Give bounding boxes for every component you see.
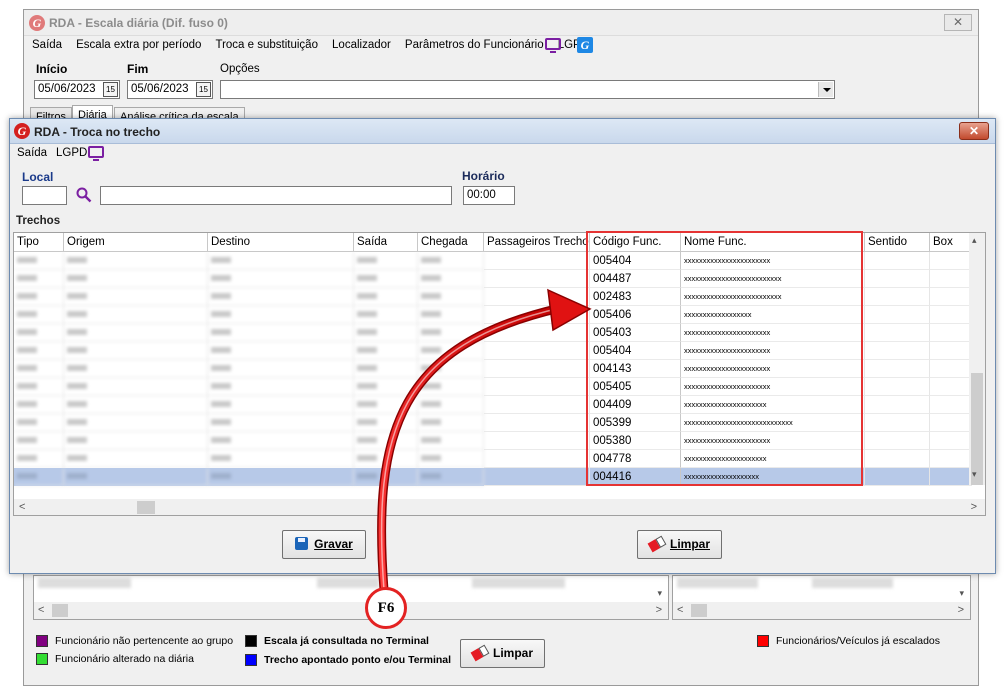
f6-key-badge: F6 [365,587,407,629]
annotation-arrow [377,288,592,595]
